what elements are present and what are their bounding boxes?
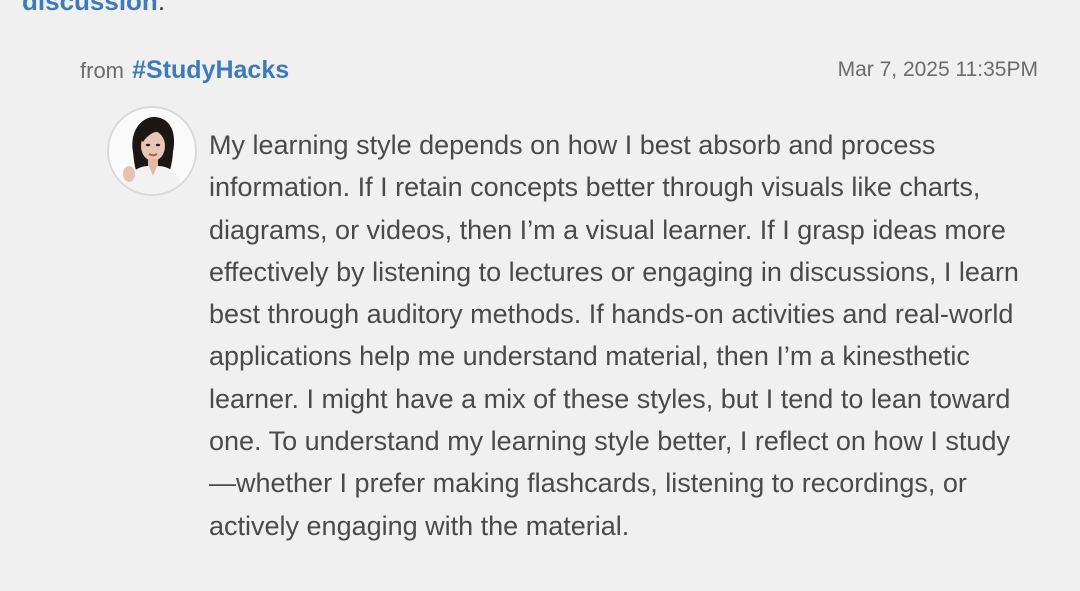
post-body: My learning style depends on how I best … (209, 124, 1069, 547)
post-body-line: best through auditory methods. If hands-… (209, 299, 1014, 330)
post-body-line: information. If I retain concepts better… (209, 172, 981, 203)
avatar[interactable] (107, 106, 197, 196)
post-origin: from #StudyHacks (80, 56, 289, 85)
post-body-line: diagrams, or videos, then I’m a visual l… (209, 214, 1006, 245)
discussion-link-text[interactable]: discussion (22, 0, 158, 16)
from-label: from (80, 57, 124, 83)
discussion-link[interactable]: discussion. (22, 0, 165, 16)
post-header: from #StudyHacks Mar 7, 2025 11:35PM (80, 54, 1038, 86)
post-body-line: learner. I might have a mix of these sty… (209, 383, 1011, 414)
avatar-photo (109, 108, 195, 194)
post-body-line: effectively by listening to lectures or … (209, 256, 1019, 287)
post-body-line: one. To understand my learning style bet… (209, 426, 1010, 457)
post-body-line: actively engaging with the material. (209, 510, 630, 541)
post-body-line: —whether I prefer making flashcards, lis… (209, 468, 967, 499)
post-body-line: My learning style depends on how I best … (209, 130, 936, 160)
channel-link[interactable]: #StudyHacks (132, 56, 289, 84)
discussion-link-suffix: . (157, 0, 166, 16)
post-body-line: applications help me understand material… (209, 341, 970, 372)
post-timestamp: Mar 7, 2025 11:35PM (837, 58, 1038, 81)
